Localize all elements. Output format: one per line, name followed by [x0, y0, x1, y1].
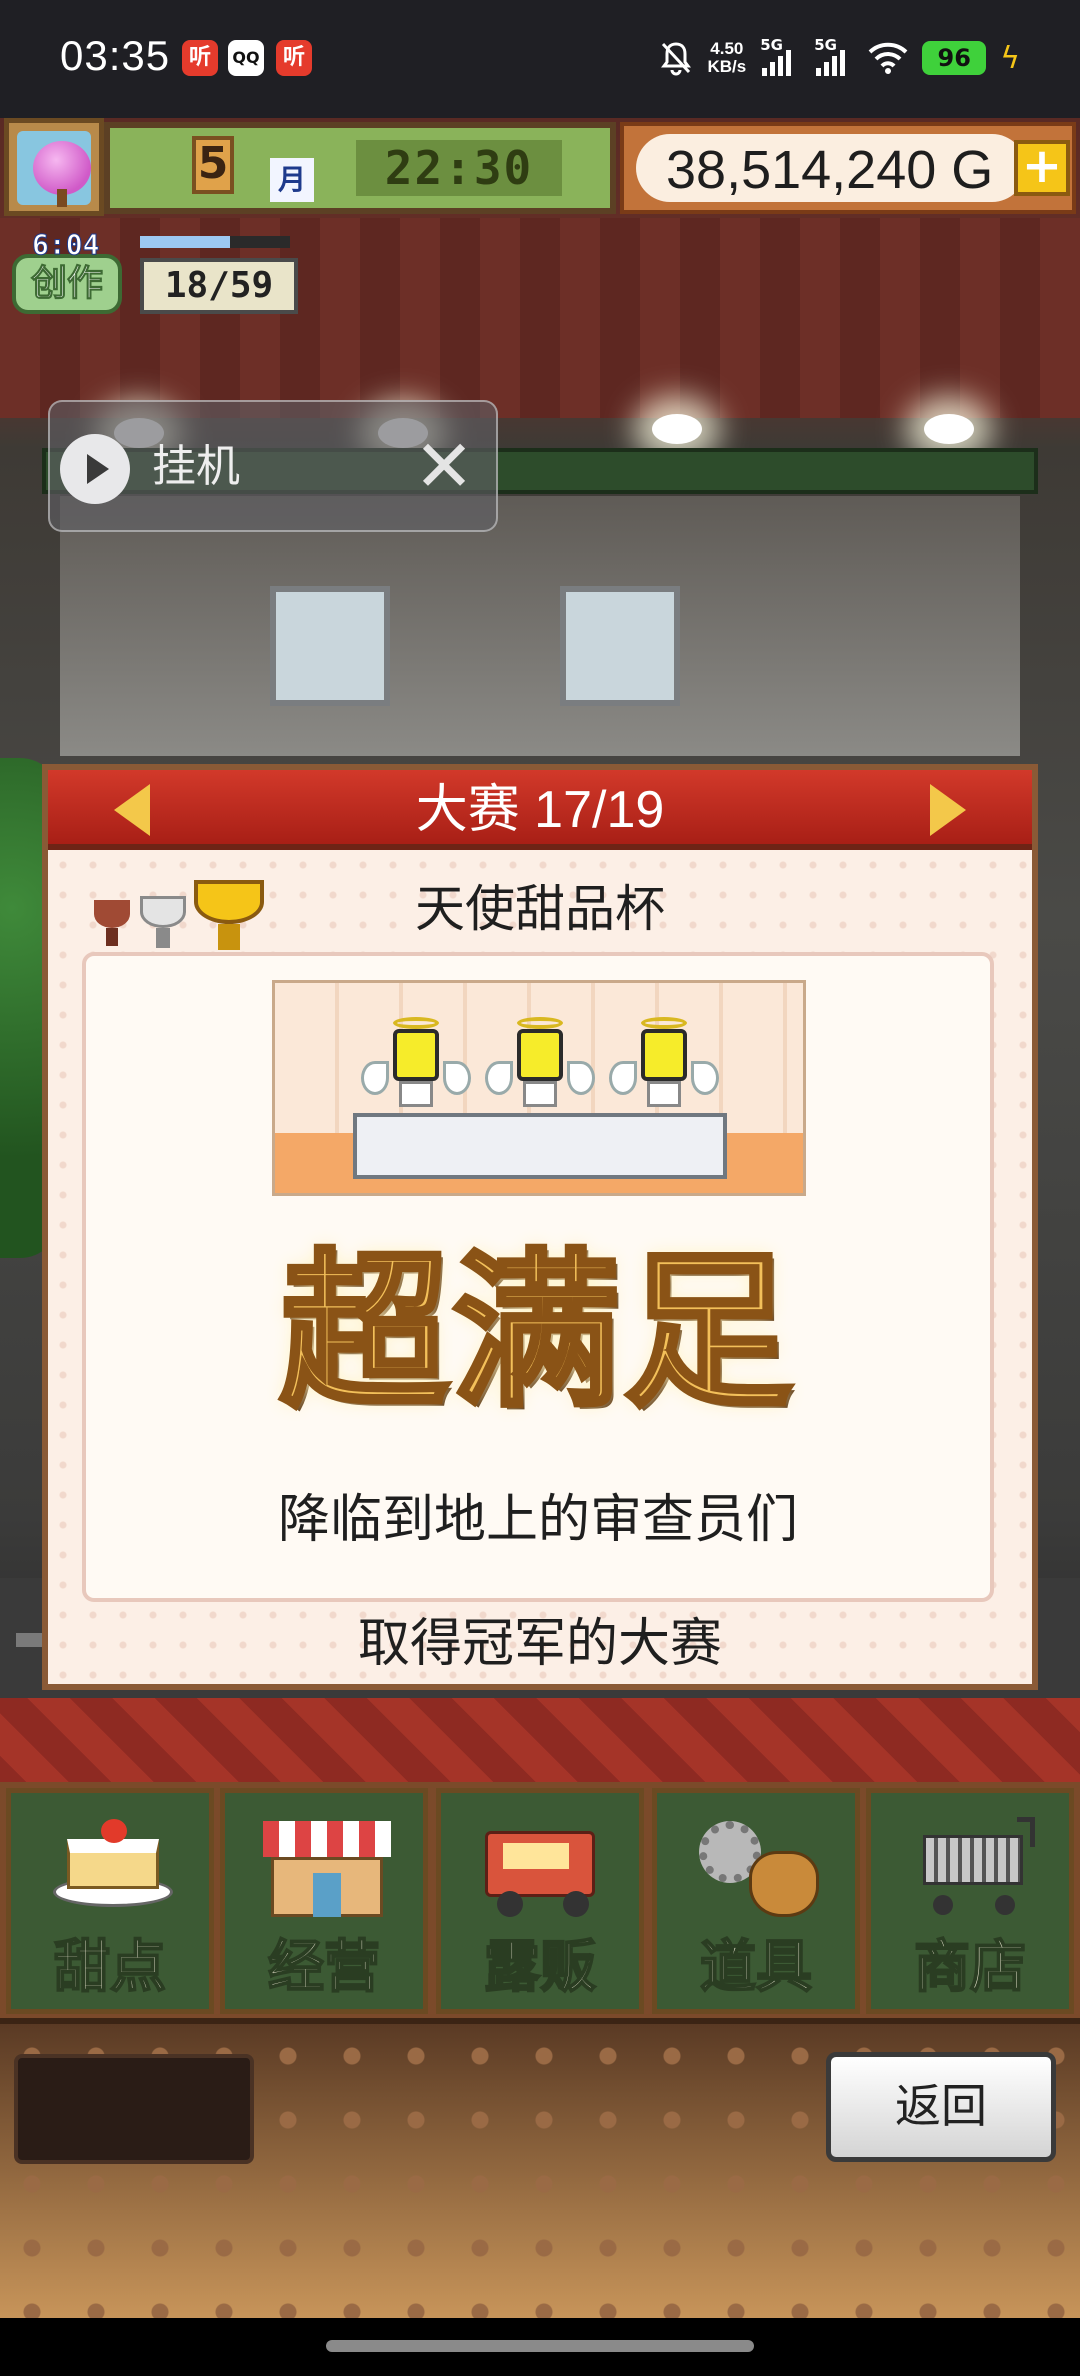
contest-panel: 大赛 17/19 天使甜品杯 超满足 降临到地上的审查员们 取得冠军的大赛	[42, 764, 1038, 1690]
menu-item-label: 商店	[913, 1934, 1027, 2001]
contest-footer: 取得冠军的大赛	[357, 1614, 722, 1674]
contest-header: 大赛 17/19	[48, 770, 1032, 850]
menu-item-store[interactable]: 商店	[866, 1788, 1074, 2014]
idle-float-bubble[interactable]: 挂机 ✕	[48, 400, 498, 532]
menu-item-label: 露贩	[483, 1934, 597, 2001]
menu-item-label: 甜点	[53, 1934, 167, 2001]
main-menu: 甜点 经营 露贩 道具 商店	[0, 1782, 1080, 2022]
back-button[interactable]: 返回	[826, 2052, 1056, 2162]
add-gold-button[interactable]: +	[1014, 140, 1070, 196]
idle-label: 挂机	[152, 441, 240, 492]
battery-indicator: 96	[922, 41, 987, 75]
cake-icon	[49, 1811, 177, 1921]
navigation-bar	[0, 2318, 1080, 2376]
play-icon[interactable]	[60, 434, 130, 504]
close-icon[interactable]: ✕	[404, 426, 484, 506]
display-window	[270, 586, 390, 706]
mute-bell-icon	[661, 42, 692, 76]
qq-app-icon: QQ	[228, 40, 264, 76]
contest-subtitle: 降临到地上的审查员们	[277, 1490, 798, 1550]
tree-avatar-icon	[17, 131, 91, 207]
menu-item-dessert[interactable]: 甜点	[6, 1788, 214, 2014]
judges-table	[353, 1113, 727, 1179]
lamp-light	[924, 414, 974, 444]
gear-bag-icon	[695, 1811, 823, 1921]
home-indicator[interactable]	[326, 2340, 754, 2352]
status-time: 03:35	[60, 32, 171, 79]
wifi-icon	[868, 42, 908, 74]
status-bar: 03:35 听 QQ 听 4.50 KB/s 5G 5G 96 ϟ	[0, 0, 1080, 118]
creation-progress-bar	[140, 236, 290, 248]
month-label: 月	[270, 158, 314, 202]
contest-body: 天使甜品杯 超满足 降临到地上的审查员们 取得冠军的大赛	[48, 850, 1032, 1684]
angel-judge-icon	[609, 1017, 719, 1113]
angel-judge-icon	[361, 1017, 471, 1113]
game-screen: 5 月 22:30 38,514,240 G + 创作 6:04 18/59 挂…	[0, 118, 1080, 2318]
net-speed-unit: KB/s	[707, 57, 747, 76]
month-number: 5	[192, 136, 234, 194]
game-clock: 22:30	[356, 140, 562, 196]
date-time-panel: 5 月 22:30	[104, 122, 616, 214]
lamp-light	[652, 414, 702, 444]
result-text: 超满足	[278, 1232, 796, 1433]
creation-label: 创作	[12, 254, 122, 314]
display-window	[560, 586, 680, 706]
signal-1-icon: 5G	[760, 36, 800, 78]
cup-name: 天使甜品杯	[415, 880, 665, 938]
net-speed: 4.50 KB/s	[707, 40, 746, 76]
next-contest-arrow-icon[interactable]	[930, 784, 966, 836]
status-indicators: 4.50 KB/s 5G 5G 96 ϟ	[659, 36, 1020, 80]
creation-count: 18/59	[140, 258, 298, 314]
bottom-tray: 返回	[0, 2018, 1080, 2318]
net-speed-value: 4.50	[710, 39, 744, 58]
contest-title: 大赛 17/19	[415, 781, 665, 839]
creation-timer: 6:04	[31, 228, 100, 262]
store-front	[60, 496, 1020, 756]
food-truck-icon	[479, 1811, 607, 1921]
menu-item-label: 道具	[699, 1934, 813, 2001]
empty-slot	[14, 2054, 254, 2164]
menu-item-food-truck[interactable]: 露贩	[436, 1788, 644, 2014]
menu-item-items[interactable]: 道具	[652, 1788, 860, 2014]
gold-amount: 38,514,240 G	[666, 140, 994, 200]
menu-item-label: 经营	[267, 1934, 381, 2001]
shop-avatar[interactable]	[4, 118, 104, 216]
judges-illustration	[272, 980, 806, 1196]
angel-judge-icon	[485, 1017, 595, 1113]
menu-item-manage[interactable]: 经营	[220, 1788, 428, 2014]
shopping-cart-icon	[909, 1811, 1037, 1921]
listen-app-icon-2: 听	[276, 40, 312, 76]
creation-status[interactable]: 创作 6:04 18/59	[12, 228, 298, 324]
contest-result-card: 超满足 降临到地上的审查员们	[82, 952, 994, 1602]
gold-panel: 38,514,240 G +	[620, 122, 1076, 214]
shop-icon	[263, 1811, 391, 1921]
charging-bolt-icon: ϟ	[1000, 40, 1020, 76]
listen-app-icon: 听	[182, 40, 218, 76]
signal-2-icon: 5G	[814, 36, 854, 78]
